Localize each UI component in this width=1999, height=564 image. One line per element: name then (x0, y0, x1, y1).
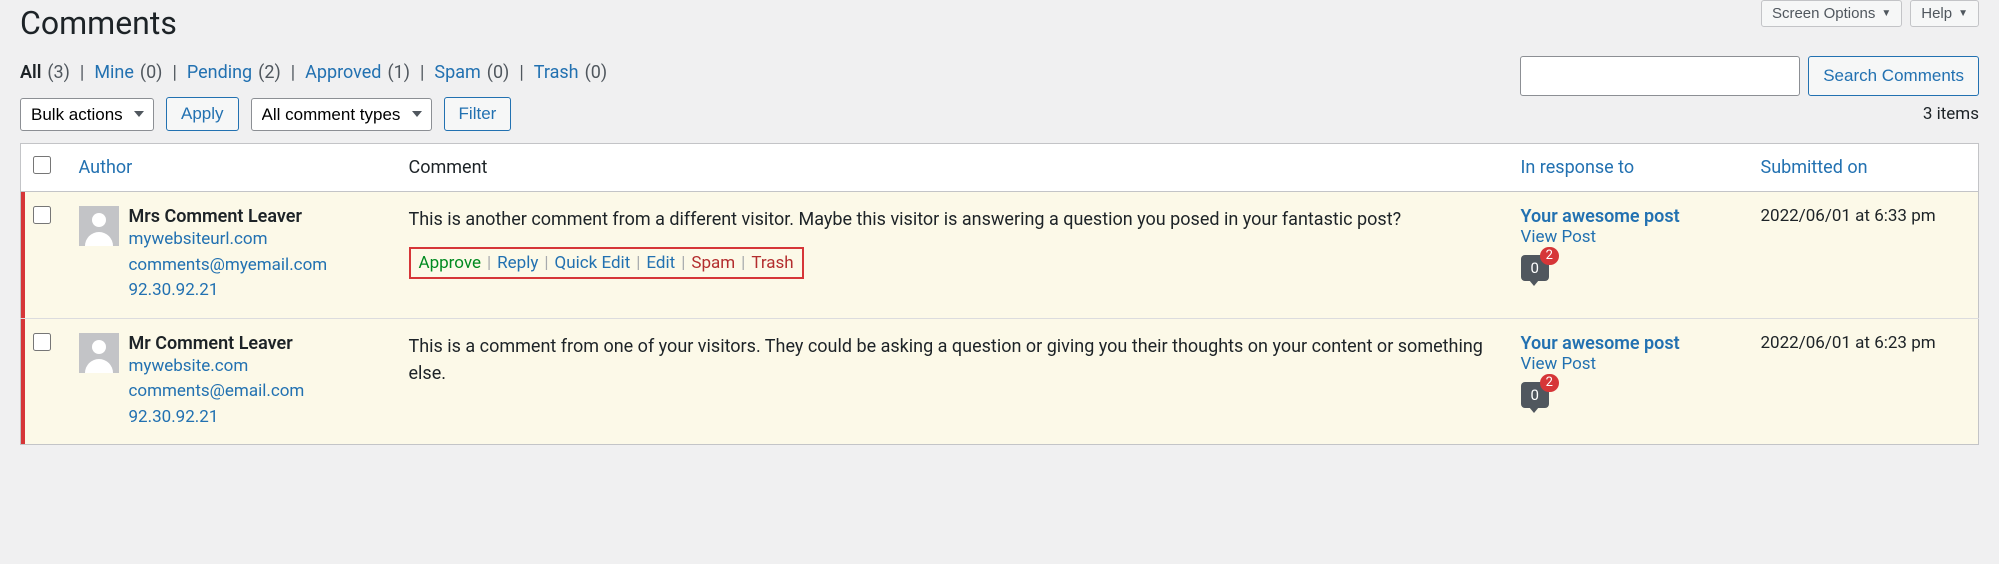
comment-type-select[interactable]: All comment types (251, 98, 432, 131)
avatar (79, 333, 119, 373)
select-all-checkbox[interactable] (33, 156, 51, 174)
filter-pending[interactable]: Pending (187, 62, 252, 83)
comment-count-bubble[interactable]: 0 2 (1521, 255, 1549, 281)
filter-spam[interactable]: Spam (434, 62, 480, 83)
row-checkbox[interactable] (33, 206, 51, 224)
col-author[interactable]: Author (79, 157, 133, 178)
apply-button[interactable]: Apply (166, 97, 239, 131)
col-comment: Comment (397, 144, 1509, 192)
help-button[interactable]: Help▼ (1910, 0, 1979, 27)
col-response[interactable]: In response to (1521, 157, 1635, 178)
author-ip-link[interactable]: 92.30.92.21 (129, 278, 328, 304)
reply-link[interactable]: Reply (497, 253, 538, 273)
response-post-link[interactable]: Your awesome post (1521, 206, 1680, 227)
filter-button[interactable]: Filter (444, 97, 512, 131)
avatar (79, 206, 119, 246)
filter-all[interactable]: All (20, 62, 41, 83)
author-email-link[interactable]: comments@myemail.com (129, 253, 328, 279)
author-email-link[interactable]: comments@email.com (129, 379, 305, 405)
author-site-link[interactable]: mywebsite.com (129, 354, 305, 380)
author-ip-link[interactable]: 92.30.92.21 (129, 405, 305, 431)
filter-approved[interactable]: Approved (305, 62, 381, 83)
comment-count-bubble[interactable]: 0 2 (1521, 382, 1549, 408)
comment-text: This is another comment from a different… (409, 206, 1497, 233)
chevron-down-icon: ▼ (1881, 8, 1891, 19)
quick-edit-link[interactable]: Quick Edit (555, 253, 631, 273)
screen-options-button[interactable]: Screen Options▼ (1761, 0, 1902, 27)
bulk-actions-select[interactable]: Bulk actions (20, 98, 154, 131)
comments-table: Author Comment In response to Submitted … (20, 143, 1979, 445)
view-post-link[interactable]: View Post (1521, 227, 1737, 247)
search-comments-button[interactable]: Search Comments (1808, 56, 1979, 96)
filter-links: All(3) | Mine(0) | Pending(2) | Approved… (20, 62, 607, 83)
author-name: Mr Comment Leaver (129, 333, 305, 354)
spam-link[interactable]: Spam (691, 253, 735, 273)
approve-link[interactable]: Approve (419, 253, 482, 273)
submitted-date: 2022/06/01 at 6:33 pm (1749, 192, 1979, 319)
pending-badge: 2 (1540, 374, 1559, 392)
filter-trash[interactable]: Trash (534, 62, 579, 83)
page-title: Comments (20, 4, 1979, 42)
filter-mine[interactable]: Mine (94, 62, 134, 83)
response-post-link[interactable]: Your awesome post (1521, 333, 1680, 354)
author-name: Mrs Comment Leaver (129, 206, 328, 227)
author-site-link[interactable]: mywebsiteurl.com (129, 227, 328, 253)
comment-text: This is a comment from one of your visit… (409, 333, 1497, 387)
edit-link[interactable]: Edit (646, 253, 675, 273)
pending-badge: 2 (1540, 247, 1559, 265)
table-row: Mr Comment Leaver mywebsite.com comments… (21, 318, 1979, 445)
row-actions: Approve|Reply|Quick Edit|Edit|Spam|Trash (409, 247, 804, 279)
submitted-date: 2022/06/01 at 6:23 pm (1749, 318, 1979, 445)
col-date[interactable]: Submitted on (1761, 157, 1868, 178)
search-input[interactable] (1520, 56, 1800, 96)
chevron-down-icon: ▼ (1958, 8, 1968, 19)
items-count: 3 items (1923, 104, 1979, 124)
trash-link[interactable]: Trash (751, 253, 793, 273)
view-post-link[interactable]: View Post (1521, 354, 1737, 374)
row-checkbox[interactable] (33, 333, 51, 351)
table-row: Mrs Comment Leaver mywebsiteurl.com comm… (21, 192, 1979, 319)
